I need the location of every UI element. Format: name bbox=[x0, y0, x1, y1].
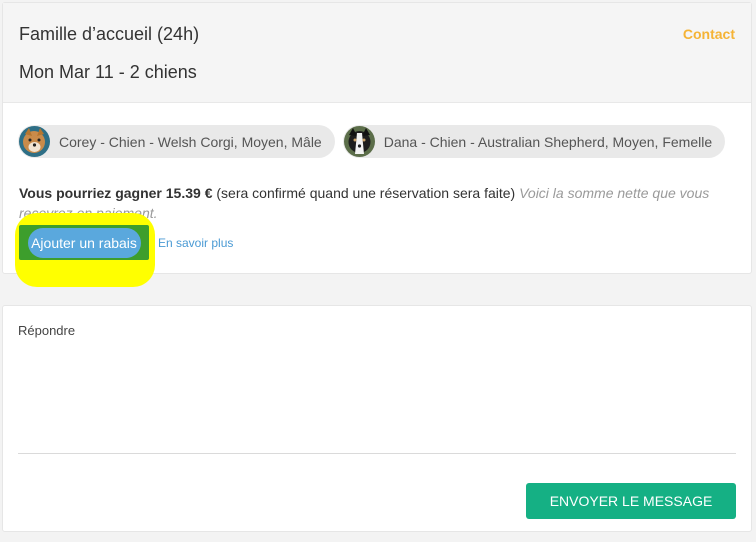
pet-chip-dana: Dana - Chien - Australian Shepherd, Moye… bbox=[342, 125, 726, 158]
contact-link[interactable]: Contact bbox=[683, 26, 735, 42]
add-discount-button[interactable]: Ajouter un rabais bbox=[19, 225, 149, 260]
dog-avatar-icon bbox=[19, 126, 50, 157]
booking-card: Famille d’accueil (24h) Mon Mar 11 - 2 c… bbox=[2, 2, 752, 287]
reply-textarea[interactable] bbox=[18, 346, 736, 454]
earnings-lead: Vous pourriez gagner bbox=[19, 185, 162, 201]
add-discount-label: Ajouter un rabais bbox=[31, 234, 137, 251]
pet-chip-label: Dana - Chien - Australian Shepherd, Moye… bbox=[383, 133, 713, 150]
earnings-confirm-note: (sera confirmé quand une réservation ser… bbox=[216, 185, 516, 201]
pet-chip-corey: Corey - Chien - Welsh Corgi, Moyen, Mâle bbox=[18, 125, 335, 158]
earnings-message: Vous pourriez gagner 15.39 € (sera confi… bbox=[19, 183, 719, 223]
service-title: Famille d’accueil (24h) bbox=[19, 24, 200, 44]
earnings-amount: 15.39 € bbox=[165, 185, 213, 201]
learn-more-link[interactable]: En savoir plus bbox=[158, 236, 233, 250]
pet-chip-label: Corey - Chien - Welsh Corgi, Moyen, Mâle bbox=[59, 133, 322, 150]
reply-card: Répondre ENVOYER LE MESSAGE bbox=[2, 305, 752, 532]
booking-summary: Mon Mar 11 - 2 chiens bbox=[19, 62, 197, 82]
reply-label: Répondre bbox=[18, 323, 76, 338]
dog-avatar-icon bbox=[343, 126, 375, 157]
booking-header: Famille d’accueil (24h) Mon Mar 11 - 2 c… bbox=[3, 3, 751, 103]
send-message-button[interactable]: ENVOYER LE MESSAGE bbox=[526, 483, 736, 519]
pets-list: Corey - Chien - Welsh Corgi, Moyen, Mâle… bbox=[18, 125, 726, 158]
